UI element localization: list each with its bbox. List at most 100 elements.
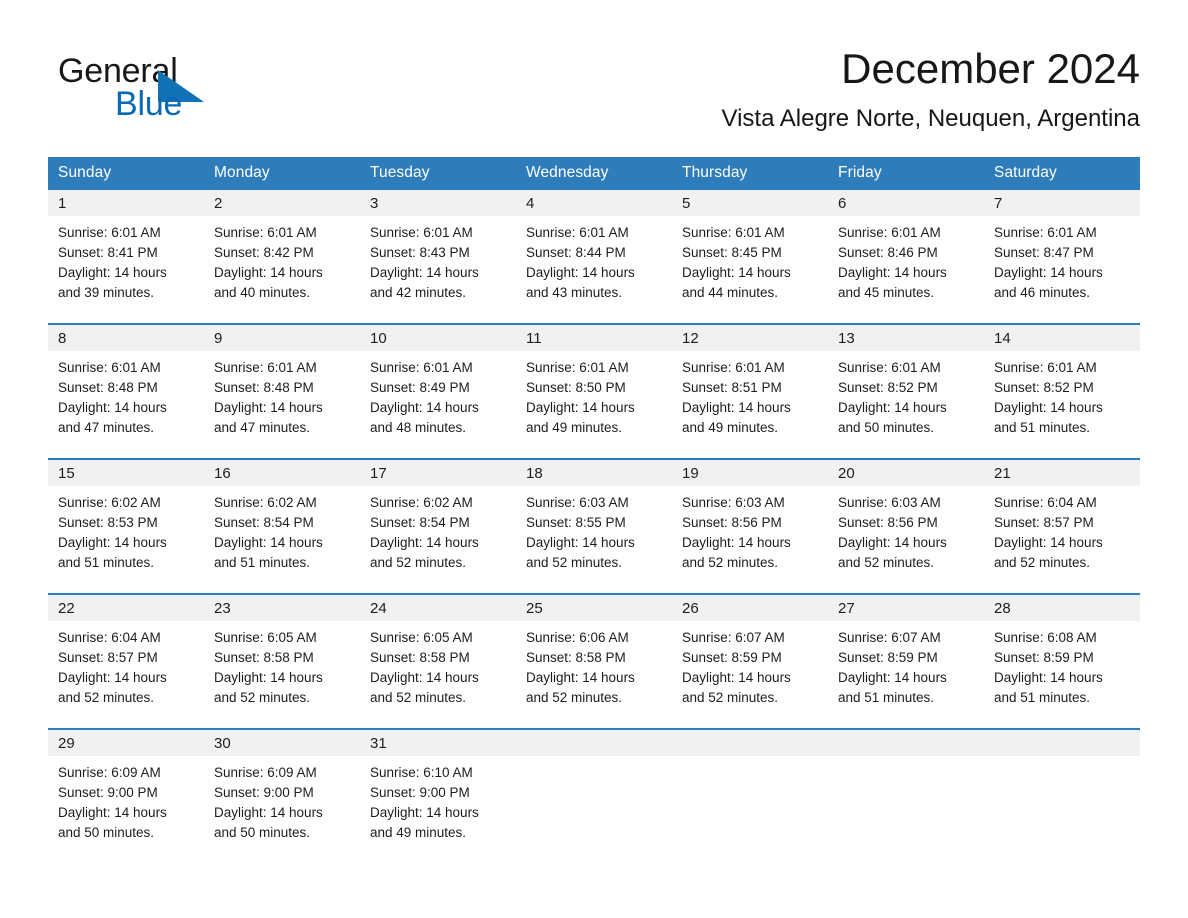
day-daylight-line1-text: Daylight: 14 hours bbox=[58, 535, 167, 550]
calendar-day-cell[interactable] bbox=[984, 728, 1140, 863]
generalblue-logo[interactable]: General Blue bbox=[58, 52, 318, 134]
day-number: 23 bbox=[204, 595, 360, 621]
day-sunset-text: Sunset: 8:55 PM bbox=[526, 515, 626, 530]
calendar-day-cell[interactable] bbox=[672, 728, 828, 863]
day-cell-details: Sunrise: 6:02 AM Sunset: 8:54 PM Daylight:… bbox=[360, 486, 516, 573]
calendar-day-cell[interactable]: 12 Sunrise: 6:01 AM Sunset: 8:51 PM Dayligh… bbox=[672, 323, 828, 459]
day-cell-details: Sunrise: 6:10 AM Sunset: 9:00 PM Daylight:… bbox=[360, 756, 516, 843]
calendar-day-cell[interactable]: 10 Sunrise: 6:01 AM Sunset: 8:49 PM Dayligh… bbox=[360, 323, 516, 459]
calendar-day-cell[interactable]: 9 Sunrise: 6:01 AM Sunset: 8:48 PM Daylight… bbox=[204, 323, 360, 459]
day-cell-content: 14 Sunrise: 6:01 AM Sunset: 8:52 PM Dayligh… bbox=[984, 325, 1140, 458]
weekday-header-wednesday: Wednesday bbox=[516, 157, 672, 190]
day-daylight-line2-text: and 50 minutes. bbox=[214, 825, 311, 840]
day-sunset-text: Sunset: 8:45 PM bbox=[682, 245, 782, 260]
day-sunset-text: Sunset: 8:58 PM bbox=[370, 650, 470, 665]
calendar-day-cell[interactable]: 25 Sunrise: 6:06 AM Sunset: 8:58 PM Dayligh… bbox=[516, 593, 672, 729]
day-cell-content: 17 Sunrise: 6:02 AM Sunset: 8:54 PM Dayligh… bbox=[360, 460, 516, 593]
day-daylight-line1-text: Daylight: 14 hours bbox=[58, 805, 167, 820]
day-cell-details: Sunrise: 6:01 AM Sunset: 8:50 PM Daylight:… bbox=[516, 351, 672, 438]
calendar-day-cell[interactable]: 6 Sunrise: 6:01 AM Sunset: 8:46 PM Daylight… bbox=[828, 190, 984, 324]
day-number: 25 bbox=[516, 595, 672, 621]
calendar-day-cell[interactable]: 27 Sunrise: 6:07 AM Sunset: 8:59 PM Dayligh… bbox=[828, 593, 984, 729]
calendar-day-cell[interactable]: 4 Sunrise: 6:01 AM Sunset: 8:44 PM Daylight… bbox=[516, 190, 672, 324]
day-sunrise-text: Sunrise: 6:01 AM bbox=[526, 360, 629, 375]
day-sunrise-text: Sunrise: 6:01 AM bbox=[838, 360, 941, 375]
calendar-day-cell[interactable]: 16 Sunrise: 6:02 AM Sunset: 8:54 PM Dayligh… bbox=[204, 458, 360, 594]
calendar-day-cell[interactable]: 13 Sunrise: 6:01 AM Sunset: 8:52 PM Dayligh… bbox=[828, 323, 984, 459]
day-sunrise-text: Sunrise: 6:01 AM bbox=[994, 225, 1097, 240]
day-cell-content bbox=[672, 730, 828, 863]
day-cell-content: 13 Sunrise: 6:01 AM Sunset: 8:52 PM Dayligh… bbox=[828, 325, 984, 458]
day-daylight-line1-text: Daylight: 14 hours bbox=[838, 265, 947, 280]
day-daylight-line1-text: Daylight: 14 hours bbox=[526, 400, 635, 415]
calendar-day-cell[interactable]: 7 Sunrise: 6:01 AM Sunset: 8:47 PM Daylight… bbox=[984, 190, 1140, 324]
day-cell-content bbox=[516, 730, 672, 863]
calendar-day-cell[interactable]: 24 Sunrise: 6:05 AM Sunset: 8:58 PM Dayligh… bbox=[360, 593, 516, 729]
calendar-day-cell[interactable] bbox=[516, 728, 672, 863]
calendar-day-cell[interactable]: 2 Sunrise: 6:01 AM Sunset: 8:42 PM Daylight… bbox=[204, 190, 360, 324]
calendar-day-cell[interactable]: 19 Sunrise: 6:03 AM Sunset: 8:56 PM Dayligh… bbox=[672, 458, 828, 594]
day-cell-content: 21 Sunrise: 6:04 AM Sunset: 8:57 PM Dayligh… bbox=[984, 460, 1140, 593]
day-cell-details: Sunrise: 6:09 AM Sunset: 9:00 PM Daylight:… bbox=[204, 756, 360, 843]
day-daylight-line1-text: Daylight: 14 hours bbox=[994, 535, 1103, 550]
calendar-day-cell[interactable]: 3 Sunrise: 6:01 AM Sunset: 8:43 PM Daylight… bbox=[360, 190, 516, 324]
day-daylight-line1-text: Daylight: 14 hours bbox=[370, 265, 479, 280]
day-sunset-text: Sunset: 8:53 PM bbox=[58, 515, 158, 530]
calendar-day-cell[interactable]: 11 Sunrise: 6:01 AM Sunset: 8:50 PM Dayligh… bbox=[516, 323, 672, 459]
calendar-day-cell[interactable]: 29 Sunrise: 6:09 AM Sunset: 9:00 PM Dayligh… bbox=[48, 728, 204, 863]
day-daylight-line1-text: Daylight: 14 hours bbox=[58, 670, 167, 685]
calendar-day-cell[interactable]: 21 Sunrise: 6:04 AM Sunset: 8:57 PM Dayligh… bbox=[984, 458, 1140, 594]
weekday-header-row: Sunday Monday Tuesday Wednesday Thursday… bbox=[48, 157, 1140, 190]
day-daylight-line2-text: and 52 minutes. bbox=[682, 555, 779, 570]
day-number: 16 bbox=[204, 460, 360, 486]
calendar-day-cell[interactable]: 15 Sunrise: 6:02 AM Sunset: 8:53 PM Dayligh… bbox=[48, 458, 204, 594]
calendar-week-row: 8 Sunrise: 6:01 AM Sunset: 8:48 PM Daylight… bbox=[48, 323, 1140, 459]
calendar-day-cell[interactable] bbox=[828, 728, 984, 863]
day-cell-details: Sunrise: 6:01 AM Sunset: 8:41 PM Daylight:… bbox=[48, 216, 204, 303]
day-number: 6 bbox=[828, 190, 984, 216]
day-daylight-line1-text: Daylight: 14 hours bbox=[838, 535, 947, 550]
day-sunset-text: Sunset: 9:00 PM bbox=[214, 785, 314, 800]
day-daylight-line1-text: Daylight: 14 hours bbox=[214, 400, 323, 415]
day-cell-details bbox=[984, 756, 1140, 763]
day-daylight-line2-text: and 52 minutes. bbox=[526, 690, 623, 705]
day-sunset-text: Sunset: 8:59 PM bbox=[994, 650, 1094, 665]
day-cell-content: 25 Sunrise: 6:06 AM Sunset: 8:58 PM Dayligh… bbox=[516, 595, 672, 728]
calendar-day-cell[interactable]: 1 Sunrise: 6:01 AM Sunset: 8:41 PM Daylight… bbox=[48, 190, 204, 324]
day-daylight-line2-text: and 39 minutes. bbox=[58, 285, 155, 300]
day-sunset-text: Sunset: 8:42 PM bbox=[214, 245, 314, 260]
day-sunrise-text: Sunrise: 6:05 AM bbox=[214, 630, 317, 645]
calendar-day-cell[interactable]: 26 Sunrise: 6:07 AM Sunset: 8:59 PM Dayligh… bbox=[672, 593, 828, 729]
day-daylight-line2-text: and 43 minutes. bbox=[526, 285, 623, 300]
day-cell-details: Sunrise: 6:01 AM Sunset: 8:42 PM Daylight:… bbox=[204, 216, 360, 303]
day-cell-content: 22 Sunrise: 6:04 AM Sunset: 8:57 PM Dayligh… bbox=[48, 595, 204, 728]
day-cell-content: 20 Sunrise: 6:03 AM Sunset: 8:56 PM Dayligh… bbox=[828, 460, 984, 593]
page-header: General Blue December 2024 Vista Alegre … bbox=[48, 42, 1140, 147]
day-number: 28 bbox=[984, 595, 1140, 621]
day-daylight-line1-text: Daylight: 14 hours bbox=[370, 400, 479, 415]
day-number: 14 bbox=[984, 325, 1140, 351]
weekday-header-saturday: Saturday bbox=[984, 157, 1140, 190]
day-daylight-line1-text: Daylight: 14 hours bbox=[994, 670, 1103, 685]
calendar-day-cell[interactable]: 8 Sunrise: 6:01 AM Sunset: 8:48 PM Daylight… bbox=[48, 323, 204, 459]
day-sunrise-text: Sunrise: 6:07 AM bbox=[682, 630, 785, 645]
day-cell-content: 18 Sunrise: 6:03 AM Sunset: 8:55 PM Dayligh… bbox=[516, 460, 672, 593]
calendar-day-cell[interactable]: 14 Sunrise: 6:01 AM Sunset: 8:52 PM Dayligh… bbox=[984, 323, 1140, 459]
calendar-day-cell[interactable]: 28 Sunrise: 6:08 AM Sunset: 8:59 PM Dayligh… bbox=[984, 593, 1140, 729]
calendar-day-cell[interactable]: 17 Sunrise: 6:02 AM Sunset: 8:54 PM Dayligh… bbox=[360, 458, 516, 594]
day-sunrise-text: Sunrise: 6:07 AM bbox=[838, 630, 941, 645]
calendar-day-cell[interactable]: 5 Sunrise: 6:01 AM Sunset: 8:45 PM Daylight… bbox=[672, 190, 828, 324]
day-daylight-line2-text: and 48 minutes. bbox=[370, 420, 467, 435]
day-sunrise-text: Sunrise: 6:03 AM bbox=[682, 495, 785, 510]
day-daylight-line2-text: and 51 minutes. bbox=[994, 420, 1091, 435]
calendar-day-cell[interactable]: 22 Sunrise: 6:04 AM Sunset: 8:57 PM Dayligh… bbox=[48, 593, 204, 729]
calendar-day-cell[interactable]: 31 Sunrise: 6:10 AM Sunset: 9:00 PM Dayligh… bbox=[360, 728, 516, 863]
calendar-day-cell[interactable]: 18 Sunrise: 6:03 AM Sunset: 8:55 PM Dayligh… bbox=[516, 458, 672, 594]
calendar-day-cell[interactable]: 23 Sunrise: 6:05 AM Sunset: 8:58 PM Dayligh… bbox=[204, 593, 360, 729]
day-sunset-text: Sunset: 8:47 PM bbox=[994, 245, 1094, 260]
calendar-day-cell[interactable]: 20 Sunrise: 6:03 AM Sunset: 8:56 PM Dayligh… bbox=[828, 458, 984, 594]
calendar-day-cell[interactable]: 30 Sunrise: 6:09 AM Sunset: 9:00 PM Dayligh… bbox=[204, 728, 360, 863]
day-number bbox=[516, 730, 672, 756]
day-daylight-line2-text: and 51 minutes. bbox=[994, 690, 1091, 705]
day-cell-details: Sunrise: 6:01 AM Sunset: 8:46 PM Daylight:… bbox=[828, 216, 984, 303]
